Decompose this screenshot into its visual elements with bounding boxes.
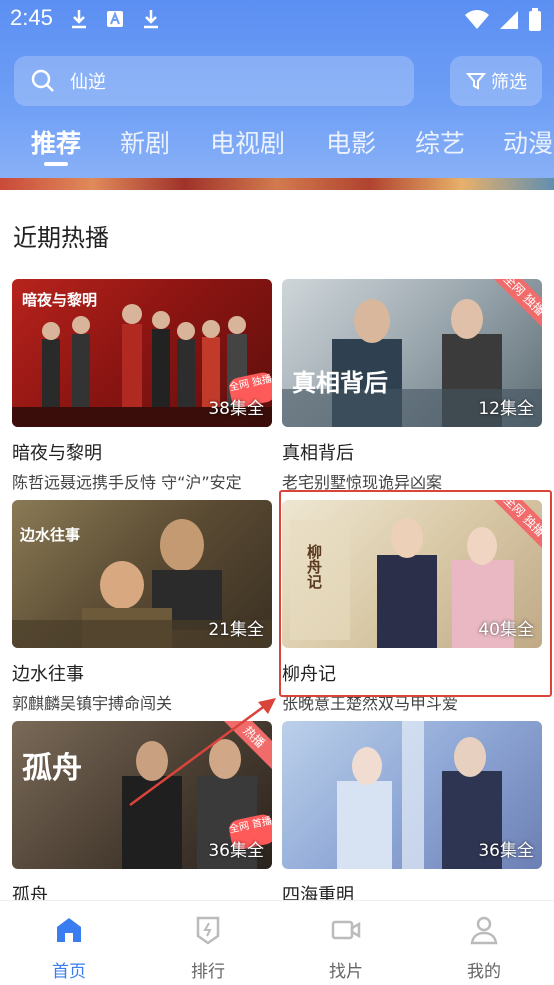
nav-ranking[interactable]: 排行: [168, 913, 248, 982]
tab-recommended[interactable]: 推荐: [31, 124, 81, 160]
notification-icons: [68, 8, 162, 30]
search-text: 仙逆: [70, 72, 106, 93]
download-icon: [144, 10, 158, 29]
video-camera-icon: [331, 920, 361, 940]
annotation-arrow: [129, 698, 276, 807]
tab-variety[interactable]: 综艺: [415, 124, 465, 160]
content-feed: 近期热播 暗夜与黎明 全网 独播 38集全 暗夜与黎明 陈哲远聂远携手反恃 守“…: [0, 190, 554, 900]
nav-ranking-label: 排行: [191, 962, 225, 982]
home-icon: [57, 918, 81, 942]
active-tab-indicator: [44, 162, 68, 166]
wifi-icon: [465, 10, 489, 29]
ranking-icon: [196, 916, 220, 945]
app-header: 2:45 仙逆 筛选 推荐 新剧 电视剧 电影 综艺 动漫: [0, 0, 554, 190]
system-icons: [464, 8, 542, 32]
nav-home-label: 首页: [52, 962, 86, 982]
nav-find-label: 找片: [329, 962, 363, 982]
battery-icon: [529, 8, 541, 31]
download-icon: [72, 10, 86, 29]
search-input[interactable]: 仙逆: [14, 56, 414, 106]
nav-profile[interactable]: 我的: [444, 913, 524, 982]
category-tabs: 推荐 新剧 电视剧 电影 综艺 动漫: [0, 118, 554, 178]
search-icon: [31, 69, 54, 92]
tab-tv-series[interactable]: 电视剧: [210, 124, 285, 160]
filter-button[interactable]: 筛选: [450, 56, 542, 106]
translate-icon: [107, 11, 123, 27]
user-icon: [470, 916, 498, 945]
filter-icon: [465, 73, 487, 90]
tab-new-drama[interactable]: 新剧: [120, 124, 170, 160]
status-bar: 2:45: [0, 0, 554, 40]
tab-anime[interactable]: 动漫: [503, 124, 553, 160]
status-time: 2:45: [10, 5, 53, 30]
filter-label: 筛选: [491, 72, 527, 93]
nav-find[interactable]: 找片: [306, 913, 386, 982]
signal-icon: [500, 11, 518, 29]
tab-movies[interactable]: 电影: [326, 124, 376, 160]
bottom-navigation: 首页 排行 找片 我的: [0, 900, 554, 985]
nav-home[interactable]: 首页: [29, 913, 109, 982]
banner-carousel-edge[interactable]: [0, 178, 554, 190]
nav-profile-label: 我的: [467, 962, 501, 982]
